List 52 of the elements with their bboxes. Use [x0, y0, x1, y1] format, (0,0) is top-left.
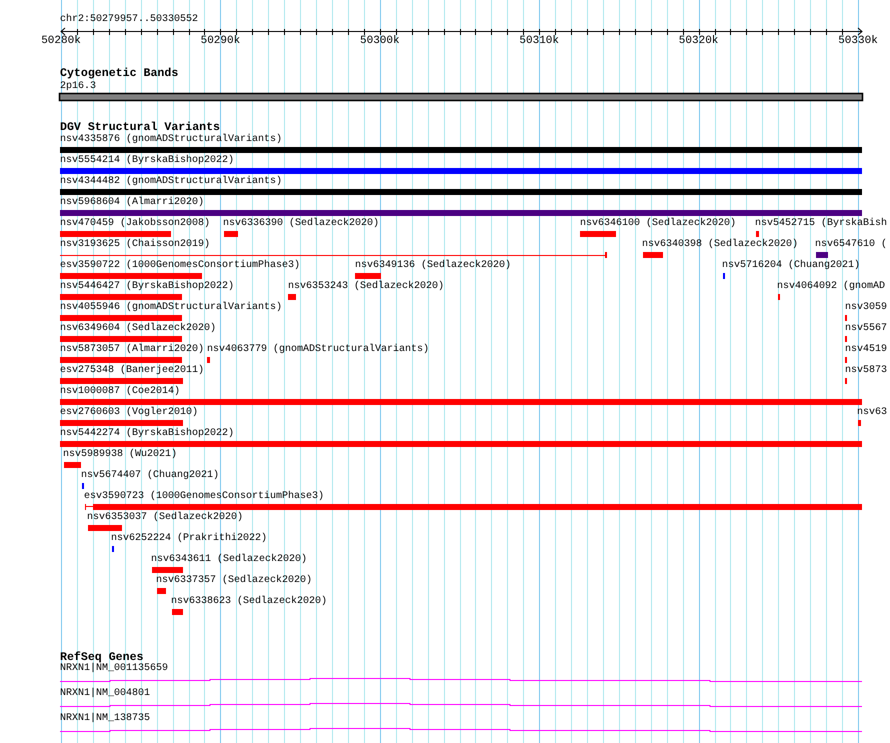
variant-label: nsv6343611 (Sedlazeck2020)	[151, 555, 308, 565]
gene-label: NRXN1|NM_004801	[60, 689, 150, 699]
variant-label: nsv6336390 (Sedlazeck2020)	[223, 219, 380, 229]
variant-label: nsv4064092 (gnomAD	[777, 282, 886, 292]
tick-label: 50300k	[360, 36, 400, 47]
variant-label: nsv3193625 (Chaisson2019)	[60, 240, 210, 250]
variant-label: esv2760603 (Vogler2010)	[60, 408, 198, 418]
track-title: Cytogenetic Bands	[60, 68, 178, 79]
variant-label: nsv6349136 (Sedlazeck2020)	[355, 261, 512, 271]
gene-label: NRXN1|NM_138735	[60, 714, 150, 724]
variant-label: nsv6346100 (Sedlazeck2020)	[580, 219, 736, 229]
variant-label: nsv3059	[845, 303, 888, 313]
variant-label: nsv63	[857, 408, 888, 418]
location-label: chr2:50279957..50330552	[60, 15, 198, 25]
variant-label: nsv5873057 (Almarri2020)	[60, 345, 204, 355]
variant-label: nsv4335876 (gnomADStructuralVariants)	[60, 135, 282, 145]
variant-label: nsv5452715 (ByrskaBish	[755, 219, 888, 229]
tick-label: 50310k	[519, 36, 559, 47]
variant-label: nsv5554214 (ByrskaBishop2022)	[60, 156, 234, 166]
variant-label: nsv6547610 (	[815, 240, 888, 250]
variant-label: nsv4519	[845, 345, 888, 355]
variant-label: esv3590723 (1000GenomesConsortiumPhase3)	[84, 492, 324, 502]
variant-label: nsv6353037 (Sedlazeck2020)	[87, 513, 244, 523]
variant-label: nsv6252224 (Prakrithi2022)	[111, 534, 268, 544]
variant-label: esv275348 (Banerjee2011)	[60, 366, 204, 376]
track-title: DGV Structural Variants	[60, 122, 220, 133]
variant-label: nsv5446427 (ByrskaBishop2022)	[60, 282, 234, 292]
variant-label: nsv4055946 (gnomADStructuralVariants)	[60, 303, 282, 313]
variant-label: nsv4344482 (gnomADStructuralVariants)	[60, 177, 282, 187]
variant-label: nsv5968604 (Almarri2020)	[60, 198, 204, 208]
track-title: RefSeq Genes	[60, 652, 144, 663]
tick-label: 50320k	[678, 36, 718, 47]
variant-label: nsv6340398 (Sedlazeck2020)	[642, 240, 798, 250]
variant-label: nsv5873	[845, 366, 888, 376]
tick-label: 50330k	[838, 36, 878, 47]
variant-label: nsv5989938 (Wu2021)	[63, 450, 178, 460]
variant-label: esv3590722 (1000GenomesConsortiumPhase3)	[60, 261, 300, 271]
variant-label: nsv6349604 (Sedlazeck2020)	[60, 324, 216, 334]
variant-label: nsv5567	[845, 324, 888, 334]
variant-label: nsv6353243 (Sedlazeck2020)	[288, 282, 444, 292]
gene-label: NRXN1|NM_001135659	[60, 664, 168, 674]
variant-label: nsv470459 (Jakobsson2008)	[60, 219, 210, 229]
tick-label: 50290k	[200, 36, 240, 47]
variant-label: nsv5716204 (Chuang2021)	[722, 261, 860, 271]
tick-label: 50280k	[41, 36, 81, 47]
variant-label: nsv4063779 (gnomADStructuralVariants)	[207, 345, 430, 355]
variant-label: nsv5674407 (Chuang2021)	[81, 471, 220, 481]
band-label: 2p16.3	[60, 82, 96, 92]
variant-label: nsv1000087 (Coe2014)	[60, 387, 180, 397]
variant-label: nsv5442274 (ByrskaBishop2022)	[60, 429, 234, 439]
variant-label: nsv6337357 (Sedlazeck2020)	[156, 576, 312, 586]
variant-label: nsv6338623 (Sedlazeck2020)	[171, 597, 328, 607]
